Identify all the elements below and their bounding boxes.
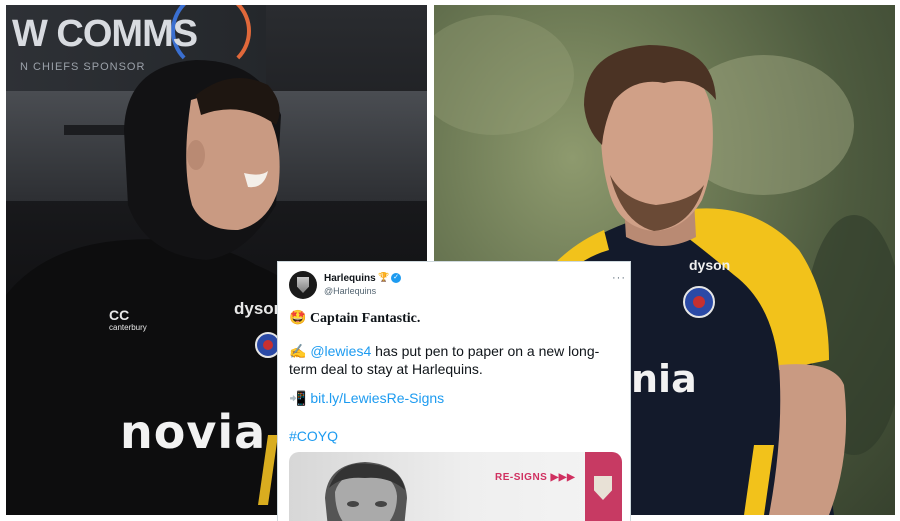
star-struck-icon: 🤩 <box>289 311 307 326</box>
tweet-headline: 🤩 Captain Fantastic. <box>289 310 420 327</box>
tweet-headline-text: Captain Fantastic. <box>309 311 421 326</box>
avatar[interactable] <box>289 271 317 299</box>
media-resigns-tag: RE-SIGNS ▶▶▶ <box>495 472 576 483</box>
canterbury-icon: CC <box>109 307 130 323</box>
shirt-sponsor-chest-right: dyson <box>689 257 731 273</box>
tweet-media-image[interactable]: RE-SIGNS ▶▶▶ <box>289 452 622 521</box>
mobile-arrow-icon: 📲 <box>289 390 307 406</box>
shirt-sponsor-front: novia <box>120 405 267 459</box>
media-player-face <box>325 462 407 521</box>
tweet-handle[interactable]: @Harlequins <box>324 286 376 296</box>
trophy-icon: 🏆 <box>378 272 390 282</box>
shirt-brand-logo: CC canterbury <box>109 307 147 332</box>
tweet-display-name[interactable]: Harlequins <box>324 273 376 284</box>
tweet-body: ✍️ @lewies4 has put pen to paper on a ne… <box>289 342 619 378</box>
tweet-url-line: 📲 bit.ly/LewiesRe-Signs <box>289 390 444 407</box>
hashtag-link[interactable]: #COYQ <box>289 428 338 444</box>
more-options-icon[interactable]: ··· <box>612 272 626 284</box>
tweet-url-link[interactable]: bit.ly/LewiesRe-Signs <box>310 390 444 406</box>
harlequins-crest-icon <box>297 277 309 293</box>
verified-icon: ✓ <box>391 273 401 283</box>
mention-link[interactable]: @lewies4 <box>310 343 371 359</box>
tweet-card[interactable]: Harlequins 🏆 ✓ @Harlequins ··· 🤩 Captain… <box>277 261 631 521</box>
writing-hand-icon: ✍️ <box>289 343 307 359</box>
shirt-brand-text: canterbury <box>109 323 147 332</box>
shirt-sponsor-front-right: nia <box>631 357 697 401</box>
